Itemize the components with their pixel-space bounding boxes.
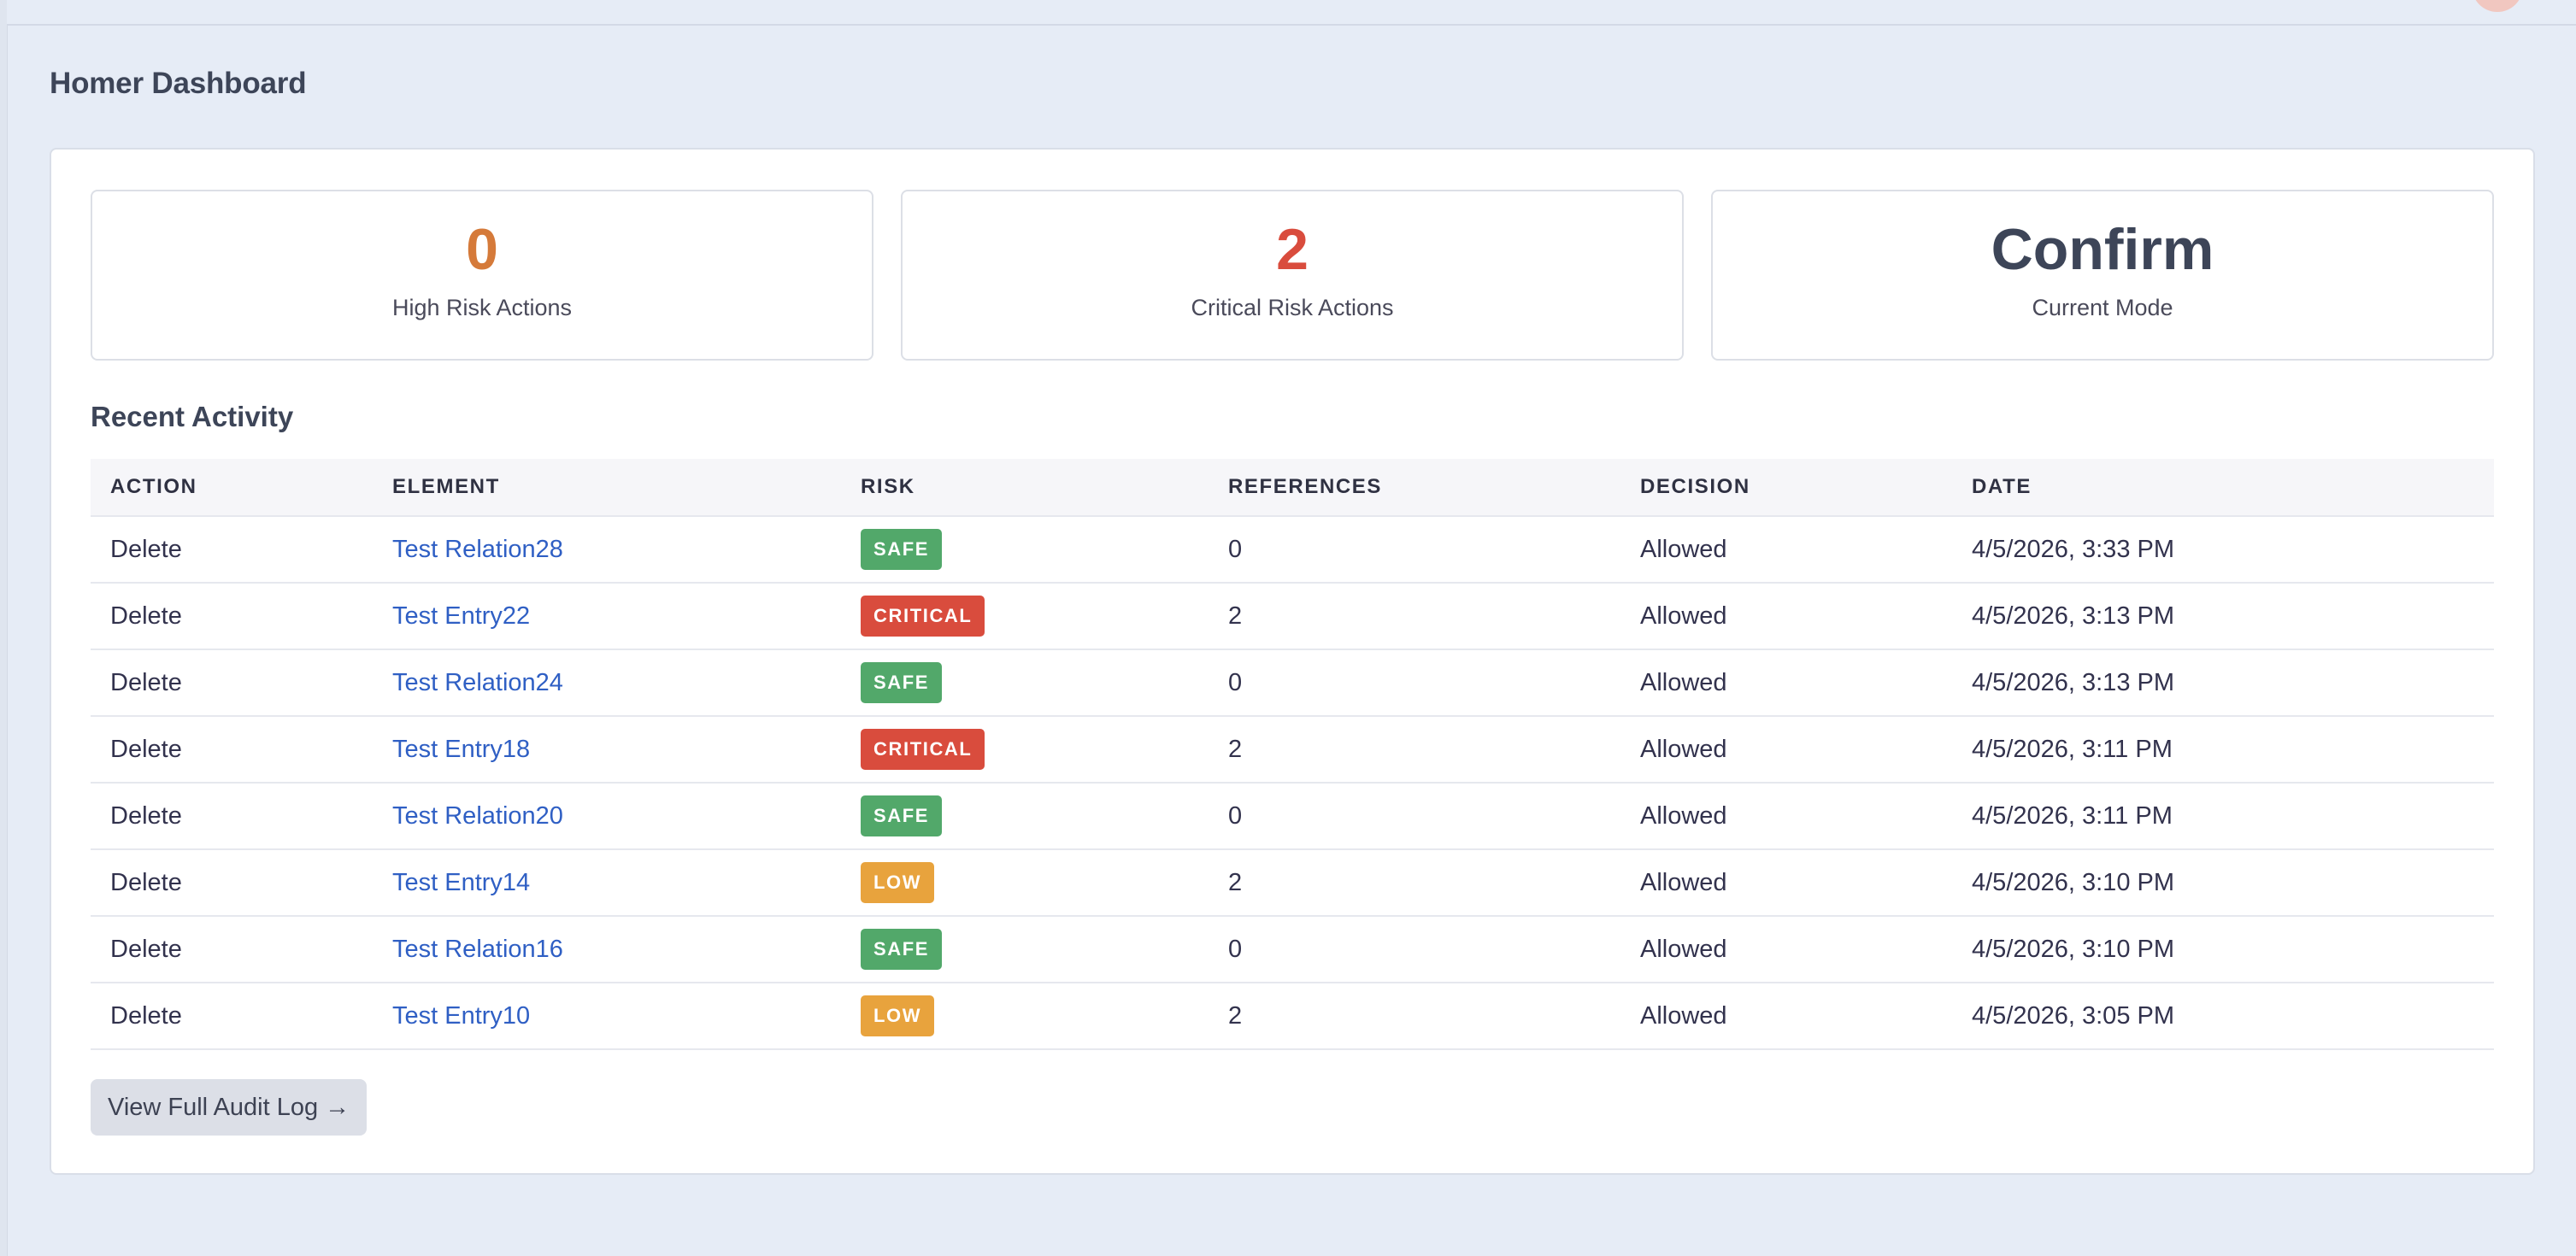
stat-card-critical-risk: 2 Critical Risk Actions bbox=[901, 190, 1684, 361]
risk-badge: SAFE bbox=[861, 929, 943, 970]
references-cell: 0 bbox=[1228, 536, 1243, 563]
risk-badge: LOW bbox=[861, 995, 935, 1036]
references-cell: 2 bbox=[1228, 869, 1243, 896]
table-row: Delete Test Relation16 SAFE 0 Allowed 4/… bbox=[91, 917, 2494, 983]
references-cell: 2 bbox=[1228, 602, 1243, 630]
stat-label: Current Mode bbox=[2032, 295, 2173, 320]
table-row: Delete Test Relation28 SAFE 0 Allowed 4/… bbox=[91, 517, 2494, 584]
avatar[interactable] bbox=[2472, 0, 2523, 12]
date-cell: 4/5/2026, 3:05 PM bbox=[1972, 1002, 2174, 1030]
references-cell: 2 bbox=[1228, 736, 1243, 763]
left-edge bbox=[0, 0, 8, 1256]
date-cell: 4/5/2026, 3:33 PM bbox=[1972, 536, 2174, 563]
page-title: Homer Dashboard bbox=[50, 67, 307, 100]
action-cell: Delete bbox=[110, 602, 182, 630]
risk-badge: CRITICAL bbox=[861, 729, 985, 770]
stat-label: Critical Risk Actions bbox=[1191, 295, 1394, 320]
action-cell: Delete bbox=[110, 536, 182, 563]
element-link[interactable]: Test Entry22 bbox=[392, 602, 530, 630]
table-row: Delete Test Entry14 LOW 2 Allowed 4/5/20… bbox=[91, 850, 2494, 917]
element-link[interactable]: Test Relation28 bbox=[392, 536, 563, 563]
column-header-risk: RISK bbox=[861, 475, 915, 498]
references-cell: 0 bbox=[1228, 669, 1243, 696]
risk-badge: LOW bbox=[861, 862, 935, 903]
date-cell: 4/5/2026, 3:11 PM bbox=[1972, 802, 2173, 830]
decision-cell: Allowed bbox=[1640, 536, 1727, 563]
decision-cell: Allowed bbox=[1640, 736, 1727, 763]
decision-cell: Allowed bbox=[1640, 669, 1727, 696]
table-row: Delete Test Relation24 SAFE 0 Allowed 4/… bbox=[91, 650, 2494, 717]
section-title: Recent Activity bbox=[91, 401, 294, 432]
action-cell: Delete bbox=[110, 869, 182, 896]
view-audit-log-button[interactable]: View Full Audit Log → bbox=[91, 1079, 368, 1136]
stat-card-high-risk: 0 High Risk Actions bbox=[91, 190, 873, 361]
activity-table: ACTION ELEMENT RISK REFERENCES DECISION … bbox=[91, 459, 2494, 1050]
stat-value: 0 bbox=[466, 217, 498, 282]
date-cell: 4/5/2026, 3:13 PM bbox=[1972, 669, 2174, 696]
element-link[interactable]: Test Entry18 bbox=[392, 736, 530, 763]
element-link[interactable]: Test Relation16 bbox=[392, 936, 563, 963]
table-row: Delete Test Entry22 CRITICAL 2 Allowed 4… bbox=[91, 584, 2494, 650]
risk-badge: SAFE bbox=[861, 529, 943, 570]
action-cell: Delete bbox=[110, 936, 182, 963]
top-bar bbox=[7, 0, 2576, 26]
decision-cell: Allowed bbox=[1640, 602, 1727, 630]
action-cell: Delete bbox=[110, 802, 182, 830]
column-header-decision: DECISION bbox=[1640, 475, 1750, 498]
references-cell: 0 bbox=[1228, 936, 1243, 963]
stat-value: 2 bbox=[1276, 217, 1309, 282]
dashboard-card: 0 High Risk Actions 2 Critical Risk Acti… bbox=[50, 148, 2535, 1175]
column-header-date: DATE bbox=[1972, 475, 2032, 498]
risk-badge: SAFE bbox=[861, 795, 943, 836]
table-row: Delete Test Entry10 LOW 2 Allowed 4/5/20… bbox=[91, 983, 2494, 1050]
date-cell: 4/5/2026, 3:10 PM bbox=[1972, 869, 2174, 896]
action-cell: Delete bbox=[110, 736, 182, 763]
date-cell: 4/5/2026, 3:11 PM bbox=[1972, 736, 2173, 763]
stat-card-current-mode: Confirm Current Mode bbox=[1711, 190, 2494, 361]
date-cell: 4/5/2026, 3:10 PM bbox=[1972, 936, 2174, 963]
element-link[interactable]: Test Relation24 bbox=[392, 669, 563, 696]
action-cell: Delete bbox=[110, 669, 182, 696]
table-header: ACTION ELEMENT RISK REFERENCES DECISION … bbox=[91, 459, 2494, 517]
date-cell: 4/5/2026, 3:13 PM bbox=[1972, 602, 2174, 630]
element-link[interactable]: Test Entry10 bbox=[392, 1002, 530, 1030]
action-cell: Delete bbox=[110, 1002, 182, 1030]
element-link[interactable]: Test Entry14 bbox=[392, 869, 530, 896]
stat-label: High Risk Actions bbox=[391, 295, 573, 320]
column-header-references: REFERENCES bbox=[1228, 475, 1383, 498]
references-cell: 0 bbox=[1228, 802, 1243, 830]
column-header-element: ELEMENT bbox=[392, 475, 500, 498]
column-header-action: ACTION bbox=[110, 475, 197, 498]
element-link[interactable]: Test Relation20 bbox=[392, 802, 563, 830]
references-cell: 2 bbox=[1228, 1002, 1243, 1030]
decision-cell: Allowed bbox=[1640, 936, 1727, 963]
table-row: Delete Test Relation20 SAFE 0 Allowed 4/… bbox=[91, 784, 2494, 850]
stat-value: Confirm bbox=[1991, 217, 2214, 282]
risk-badge: SAFE bbox=[861, 662, 943, 703]
decision-cell: Allowed bbox=[1640, 1002, 1727, 1030]
table-row: Delete Test Entry18 CRITICAL 2 Allowed 4… bbox=[91, 717, 2494, 784]
decision-cell: Allowed bbox=[1640, 802, 1727, 830]
risk-badge: CRITICAL bbox=[861, 596, 985, 637]
decision-cell: Allowed bbox=[1640, 869, 1727, 896]
